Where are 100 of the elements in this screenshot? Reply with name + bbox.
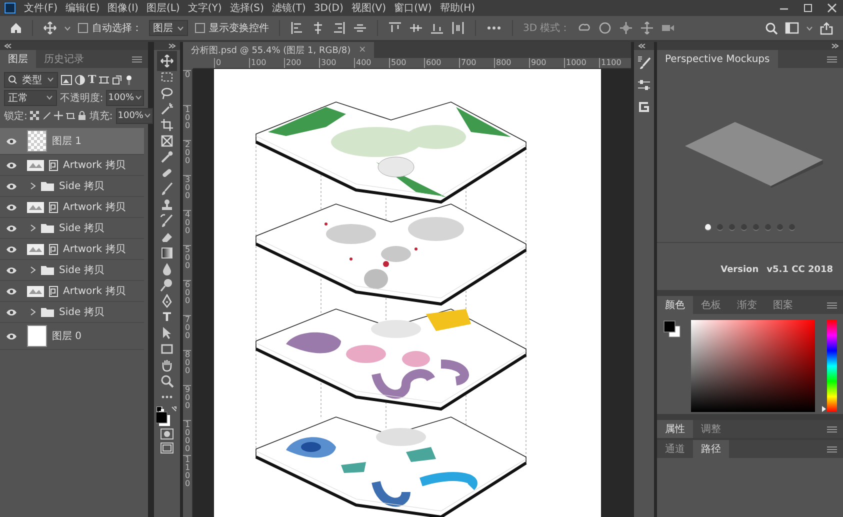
frame-icon[interactable] (160, 134, 174, 148)
menu-item[interactable]: 3D(D) (314, 2, 344, 14)
carousel-dot[interactable] (789, 224, 795, 231)
image-filter-icon[interactable] (61, 74, 72, 84)
chevron-icon[interactable] (29, 224, 36, 232)
carousel-dot[interactable] (729, 224, 735, 231)
caret-icon[interactable] (64, 26, 71, 30)
crop-icon[interactable] (160, 118, 174, 132)
brush-settings-icon[interactable] (637, 56, 651, 70)
close-icon[interactable] (827, 3, 837, 13)
workspace-icon[interactable] (785, 22, 799, 34)
panel-tab[interactable]: Perspective Mockups (657, 50, 778, 68)
menu-item[interactable]: 图像(I) (108, 1, 138, 15)
screen-mode-icon[interactable] (160, 442, 174, 454)
distribute-icon[interactable] (409, 21, 423, 35)
layer-row[interactable]: Side 拷贝 (0, 302, 144, 323)
stamp-icon[interactable] (160, 198, 174, 212)
close-tab-button[interactable]: × (358, 45, 366, 55)
carousel-dot[interactable] (753, 224, 759, 231)
roll-icon[interactable] (598, 21, 612, 35)
visibility-icon[interactable] (6, 332, 17, 340)
sliders-icon[interactable] (637, 78, 651, 92)
collapse-icon[interactable] (4, 43, 12, 49)
layer-row[interactable]: Side 拷贝 (0, 218, 144, 239)
visibility-icon[interactable] (6, 138, 17, 144)
pen-icon[interactable] (160, 294, 174, 308)
layer-row[interactable]: Artwork 拷贝 (0, 197, 144, 218)
type-tool[interactable]: T (160, 310, 174, 324)
lock-brush-icon[interactable] (42, 111, 52, 120)
quick-mask-icon[interactable] (160, 428, 174, 440)
menu-item[interactable]: 选择(S) (230, 1, 264, 15)
menu-item[interactable]: 视图(V) (351, 1, 386, 15)
visibility-icon[interactable] (6, 288, 17, 294)
glyphs-panel-icon[interactable] (637, 100, 651, 114)
opacity-field[interactable]: 100% (106, 90, 144, 106)
panel-tab[interactable]: 通道 (657, 440, 693, 458)
color-field[interactable] (691, 320, 815, 412)
target-dropdown[interactable]: 图层 (149, 20, 188, 36)
lasso-icon[interactable] (160, 86, 174, 100)
menu-item[interactable]: 图层(L) (146, 1, 180, 15)
layer-row[interactable]: Artwork 拷贝 (0, 155, 144, 176)
menu-item[interactable]: 帮助(H) (440, 1, 476, 15)
lock-transparency-icon[interactable] (30, 111, 40, 120)
distribute-icon[interactable] (451, 21, 465, 35)
expand-icon[interactable] (168, 43, 176, 49)
menu-icon[interactable] (827, 56, 837, 62)
checkbox[interactable] (78, 23, 88, 33)
blend-mode-dropdown[interactable]: 正常 (4, 90, 57, 106)
zoom-icon[interactable] (160, 374, 174, 388)
color-swatches-icon[interactable] (156, 406, 178, 426)
color-swatches-icon[interactable] (663, 320, 681, 338)
rectangle-icon[interactable] (160, 342, 174, 356)
menu-item[interactable]: 窗口(W) (394, 1, 432, 15)
filter-dropdown[interactable]: 类型 (4, 72, 58, 88)
move-icon[interactable] (43, 21, 57, 35)
caret-icon[interactable] (806, 26, 813, 30)
carousel-dot[interactable] (777, 224, 783, 231)
home-icon[interactable] (10, 22, 22, 34)
panel-tab[interactable]: 图层 (0, 50, 36, 68)
menu-item[interactable]: 文字(Y) (188, 1, 222, 15)
lock-artboard-icon[interactable] (66, 111, 76, 120)
chevron-icon[interactable] (29, 266, 36, 274)
distribute-icon[interactable] (430, 21, 444, 35)
align-icon[interactable] (311, 21, 325, 35)
type-filter-icon[interactable]: T (88, 74, 96, 85)
collapse-icon[interactable] (638, 43, 646, 49)
maximize-icon[interactable] (803, 3, 813, 13)
document-tab[interactable]: 分析图.psd @ 55.4% (图层 1, RGB/8) × (183, 42, 374, 58)
menu-item[interactable]: 编辑(E) (66, 1, 100, 15)
visibility-icon[interactable] (6, 162, 17, 168)
blur-drop-icon[interactable] (160, 262, 174, 276)
expand-icon[interactable] (831, 43, 839, 49)
panel-tab[interactable]: 渐变 (729, 296, 765, 314)
marquee-icon[interactable] (160, 70, 174, 84)
hand-icon[interactable] (160, 358, 174, 372)
fill-field[interactable]: 100% (116, 108, 154, 124)
layer-row[interactable]: Side 拷贝 (0, 260, 144, 281)
pan-icon[interactable] (619, 21, 634, 35)
panel-tab[interactable]: 历史记录 (36, 50, 92, 68)
dodge-icon[interactable] (160, 278, 174, 292)
carousel-dot[interactable] (717, 224, 723, 231)
menu-icon[interactable] (827, 446, 837, 452)
lock-position-icon[interactable] (54, 111, 64, 120)
panel-tab[interactable]: 颜色 (657, 296, 693, 314)
menu-item[interactable]: 滤镜(T) (272, 1, 306, 15)
shape-filter-icon[interactable] (99, 74, 110, 84)
gradient-icon[interactable] (160, 246, 174, 260)
eraser-icon[interactable] (160, 230, 174, 244)
share-icon[interactable] (820, 22, 833, 34)
distribute-icon[interactable] (388, 21, 402, 35)
layer-row[interactable]: Artwork 拷贝 (0, 239, 144, 260)
menu-icon[interactable] (132, 56, 142, 62)
history-brush-icon[interactable] (160, 214, 174, 228)
panel-tab[interactable]: 调整 (693, 420, 729, 438)
checkbox[interactable] (195, 23, 205, 33)
visibility-icon[interactable] (6, 224, 17, 232)
panel-tab[interactable]: 图案 (765, 296, 801, 314)
carousel-dot[interactable] (705, 224, 711, 231)
align-icon[interactable] (332, 21, 346, 35)
slide-icon[interactable] (640, 21, 654, 35)
